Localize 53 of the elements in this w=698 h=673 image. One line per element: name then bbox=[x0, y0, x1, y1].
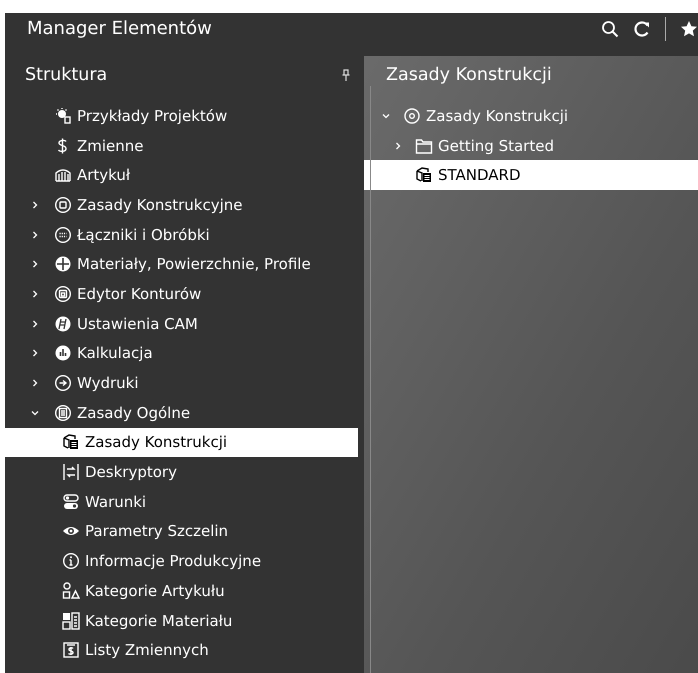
tree-item[interactable]: STANDARD bbox=[364, 160, 698, 190]
tree-item[interactable]: Informacje Produkcyjne bbox=[5, 546, 358, 576]
star-icon[interactable] bbox=[680, 20, 698, 38]
chevron-right-icon[interactable] bbox=[393, 140, 403, 151]
tree-item[interactable]: Listy Zmiennych bbox=[5, 635, 358, 666]
arrows-icon bbox=[62, 463, 80, 482]
toggle-icon bbox=[62, 492, 80, 511]
tree-item[interactable]: Kalkulacja bbox=[5, 338, 358, 368]
bulb-icon bbox=[54, 106, 72, 125]
chevron-right-icon[interactable] bbox=[30, 200, 40, 210]
tree-item[interactable]: Parametry Szczelin bbox=[5, 516, 358, 546]
chevron-right-icon[interactable] bbox=[30, 348, 40, 358]
tree-item[interactable]: Przykłady Projektów bbox=[5, 101, 358, 131]
info-icon bbox=[62, 552, 80, 570]
tree-item[interactable]: Wydruki bbox=[5, 368, 358, 398]
panel-title: Struktura bbox=[25, 64, 108, 84]
chevron-right-icon[interactable] bbox=[30, 318, 40, 329]
tree-item[interactable]: Zasady Ogólne bbox=[5, 398, 358, 428]
shapes-icon bbox=[62, 582, 80, 600]
search-icon[interactable] bbox=[601, 20, 619, 38]
tree-item[interactable]: Zmienne bbox=[5, 130, 358, 160]
cube-list-icon bbox=[415, 166, 433, 184]
tree-item[interactable]: Materiały, Powierzchnie, Profile bbox=[5, 249, 358, 280]
window-title: Manager Elementów bbox=[27, 18, 213, 39]
tree-item[interactable]: Kategorie Materiału bbox=[5, 606, 358, 636]
refresh-icon[interactable] bbox=[633, 20, 651, 38]
circle-quadrant-icon bbox=[54, 255, 72, 274]
chevron-right-icon[interactable] bbox=[30, 259, 40, 270]
target-icon bbox=[403, 106, 421, 125]
chevron-right-icon[interactable] bbox=[30, 288, 40, 299]
tree-item[interactable]: Kategorie Artykułu bbox=[5, 576, 358, 606]
circle-chart-icon bbox=[54, 344, 72, 362]
folder-icon bbox=[415, 136, 433, 155]
dollar-box-icon bbox=[62, 641, 80, 660]
tree-item[interactable]: Łączniki i Obróbki bbox=[5, 220, 358, 250]
tree-item[interactable]: Zasady Konstrukcji bbox=[5, 428, 358, 458]
tree-item[interactable]: Edytor Konturów bbox=[5, 279, 358, 309]
circle-ladder-icon bbox=[54, 314, 72, 333]
grid-list-icon bbox=[62, 612, 80, 630]
cube-list-icon bbox=[62, 433, 80, 452]
circle-dots-icon bbox=[54, 226, 72, 244]
tree-item[interactable]: Warunki bbox=[5, 486, 358, 517]
tree-item[interactable]: Deskryptory bbox=[5, 457, 358, 487]
chevron-right-icon[interactable] bbox=[30, 230, 40, 240]
circle-list-icon bbox=[54, 404, 72, 422]
tree-item[interactable]: Zasady Konstrukcyjne bbox=[5, 190, 358, 220]
tree-item[interactable]: Ustawienia CAM bbox=[5, 308, 358, 338]
tree-item[interactable]: Getting Started bbox=[364, 130, 698, 160]
pin-icon[interactable] bbox=[342, 68, 350, 80]
tree-item[interactable]: Zasady Konstrukcji bbox=[364, 101, 698, 131]
tree-item[interactable]: Artykuł bbox=[5, 160, 358, 190]
panel-title: Zasady Konstrukcji bbox=[386, 64, 552, 84]
chevron-right-icon[interactable] bbox=[30, 378, 40, 388]
